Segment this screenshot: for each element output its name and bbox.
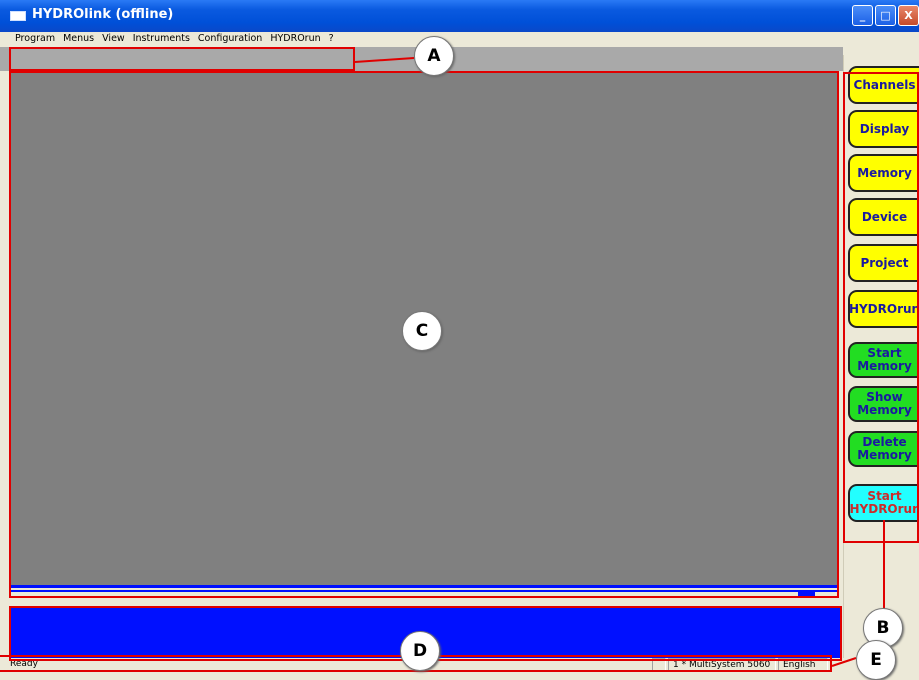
window-title: HYDROlink (offline) xyxy=(32,7,173,22)
menu-bar: ProgramMenusViewInstrumentsConfiguration… xyxy=(0,32,919,47)
menu-hydrorun[interactable]: HYDROrun xyxy=(266,32,324,44)
menu-program[interactable]: Program xyxy=(0,32,59,44)
menu-help[interactable]: ? xyxy=(325,32,338,44)
callout-c: C xyxy=(402,311,442,351)
annotation-box-b xyxy=(843,72,919,543)
annotation-box-a xyxy=(9,47,355,71)
menu-menus[interactable]: Menus xyxy=(59,32,98,44)
maximize-button[interactable]: □ xyxy=(875,5,896,26)
app-window-icon xyxy=(10,11,26,21)
menu-instruments[interactable]: Instruments xyxy=(129,32,194,44)
close-button[interactable]: X xyxy=(898,5,919,26)
callout-d: D xyxy=(400,631,440,671)
callout-a: A xyxy=(414,36,454,76)
minimize-button[interactable]: _ xyxy=(852,5,873,26)
menu-configuration[interactable]: Configuration xyxy=(194,32,266,44)
menu-view[interactable]: View xyxy=(98,32,129,44)
callout-e: E xyxy=(856,640,896,680)
